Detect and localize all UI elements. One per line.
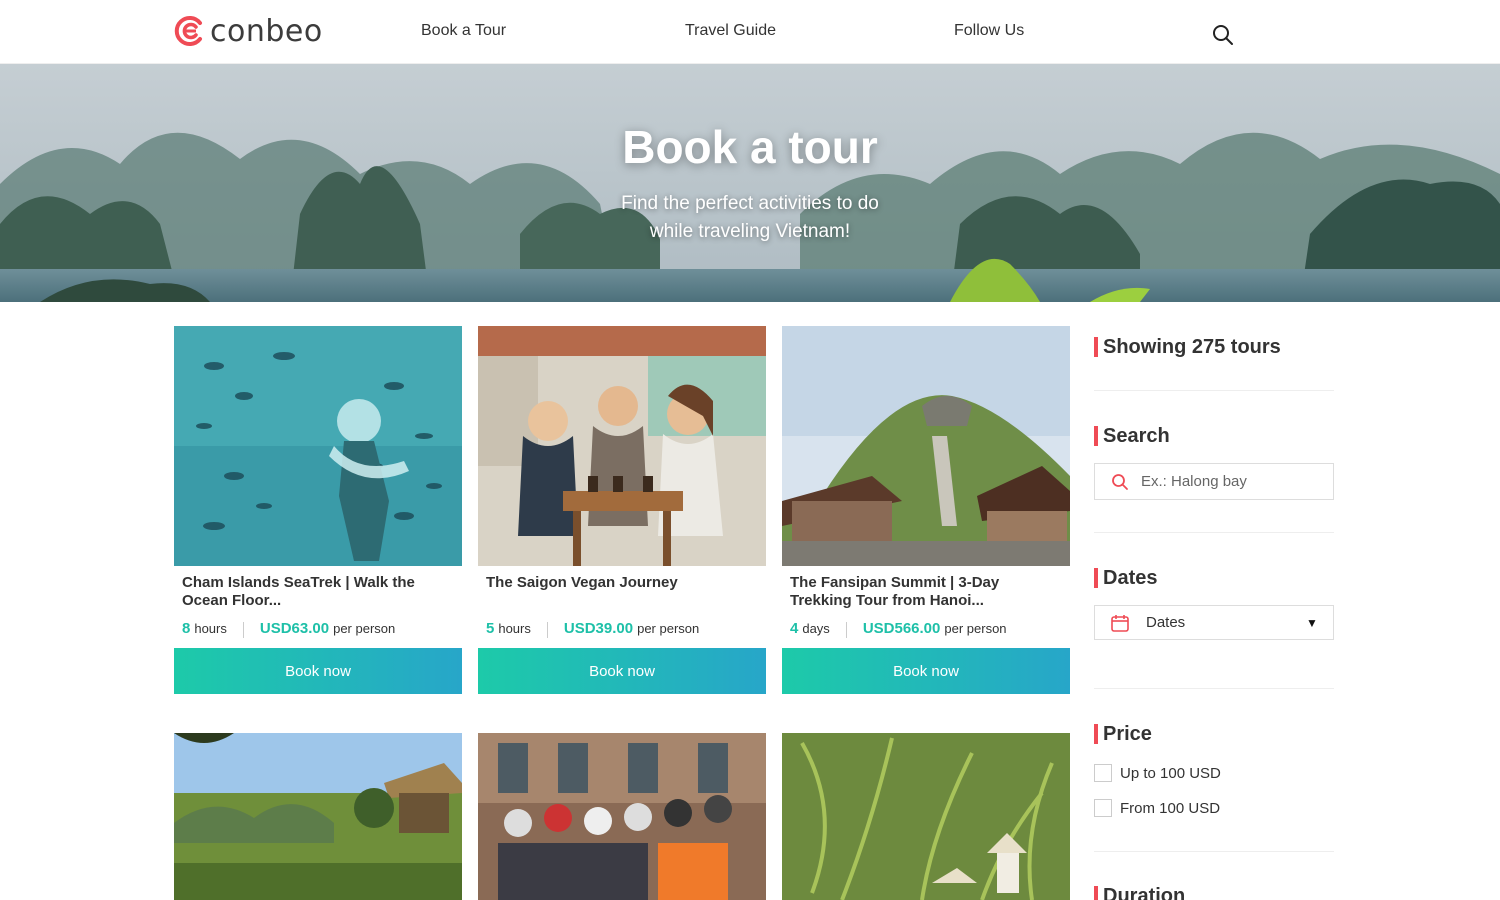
dates-dropdown[interactable]: Dates ▼ [1094, 605, 1334, 640]
book-now-button[interactable]: Book now [174, 648, 462, 694]
price-unit: per person [944, 621, 1007, 636]
book-now-button[interactable]: Book now [782, 648, 1070, 694]
tour-title[interactable]: The Fansipan Summit | 3-Day Trekking Tou… [782, 574, 1070, 610]
price-option-from-100[interactable]: From 100 USD [1094, 799, 1220, 817]
divider [1094, 532, 1334, 533]
price-option-up-to-100[interactable]: Up to 100 USD [1094, 764, 1221, 782]
tour-card: Cham Islands SeaTrek | Walk the Ocean Fl… [174, 326, 462, 694]
logo-mark-icon [174, 16, 202, 46]
dates-value: Dates [1146, 614, 1186, 631]
tour-image-motorbike-group[interactable] [478, 733, 766, 900]
duration-value: 5 [486, 620, 495, 637]
option-label: From 100 USD [1120, 799, 1221, 817]
search-heading: Search [1094, 426, 1170, 446]
book-now-button[interactable]: Book now [478, 648, 766, 694]
price-value: USD63.00 [259, 620, 330, 637]
tour-image-palm-boat[interactable] [782, 733, 1070, 900]
tour-meta: 4 days USD566.00 per person [782, 620, 1070, 640]
tour-image-cafe[interactable] [478, 326, 766, 566]
caret-down-icon: ▼ [1306, 615, 1318, 630]
tour-title[interactable]: Cham Islands SeaTrek | Walk the Ocean Fl… [174, 574, 462, 610]
hero-landscape-image [0, 64, 1500, 302]
meta-divider [242, 622, 244, 638]
divider [1094, 688, 1334, 689]
price-value: USD566.00 [862, 620, 941, 637]
price-unit: per person [637, 621, 700, 636]
duration-value: 8 [182, 620, 191, 637]
duration-unit: hours [194, 621, 227, 636]
divider [1094, 851, 1334, 852]
duration-unit: days [802, 621, 830, 636]
hero-title: Book a tour [622, 121, 878, 173]
price-value: USD39.00 [563, 620, 634, 637]
dates-heading: Dates [1094, 568, 1157, 588]
tour-count-heading: Showing 275 tours [1094, 337, 1281, 357]
top-nav: conbeo Book a Tour Travel Guide Follow U… [0, 0, 1500, 64]
meta-divider [546, 622, 548, 638]
tour-card: The Saigon Vegan Journey 5 hours USD39.0… [478, 326, 766, 694]
checkbox[interactable] [1094, 764, 1112, 782]
meta-divider [845, 622, 847, 638]
duration-heading: Duration [1094, 886, 1185, 900]
duration-unit: hours [498, 621, 531, 636]
search-icon [1112, 473, 1128, 490]
logo[interactable]: conbeo [174, 13, 323, 49]
nav-travel-guide[interactable]: Travel Guide [685, 22, 776, 40]
calendar-icon [1111, 614, 1129, 632]
search-input[interactable] [1141, 473, 1321, 490]
tour-image-countryside[interactable] [174, 733, 462, 900]
price-heading: Price [1094, 724, 1152, 744]
nav-follow-us[interactable]: Follow Us [954, 22, 1024, 40]
hero-subtitle: Find the perfect activities to do while … [621, 193, 879, 242]
price-unit: per person [333, 621, 396, 636]
hero-banner: Book a tour Find the perfect activities … [0, 64, 1500, 302]
logo-text: conbeo [210, 13, 323, 49]
search-icon[interactable] [1212, 24, 1234, 46]
nav-book-a-tour[interactable]: Book a Tour [421, 22, 506, 40]
checkbox[interactable] [1094, 799, 1112, 817]
tour-image-mountain-temple[interactable] [782, 326, 1070, 566]
option-label: Up to 100 USD [1120, 764, 1221, 782]
divider [1094, 390, 1334, 391]
tour-meta: 5 hours USD39.00 per person [478, 620, 766, 640]
tour-title[interactable]: The Saigon Vegan Journey [478, 574, 766, 610]
duration-value: 4 [790, 620, 799, 637]
tour-card: The Fansipan Summit | 3-Day Trekking Tou… [782, 326, 1070, 694]
search-field[interactable] [1094, 463, 1334, 500]
tour-image-underwater[interactable] [174, 326, 462, 566]
tour-meta: 8 hours USD63.00 per person [174, 620, 462, 640]
